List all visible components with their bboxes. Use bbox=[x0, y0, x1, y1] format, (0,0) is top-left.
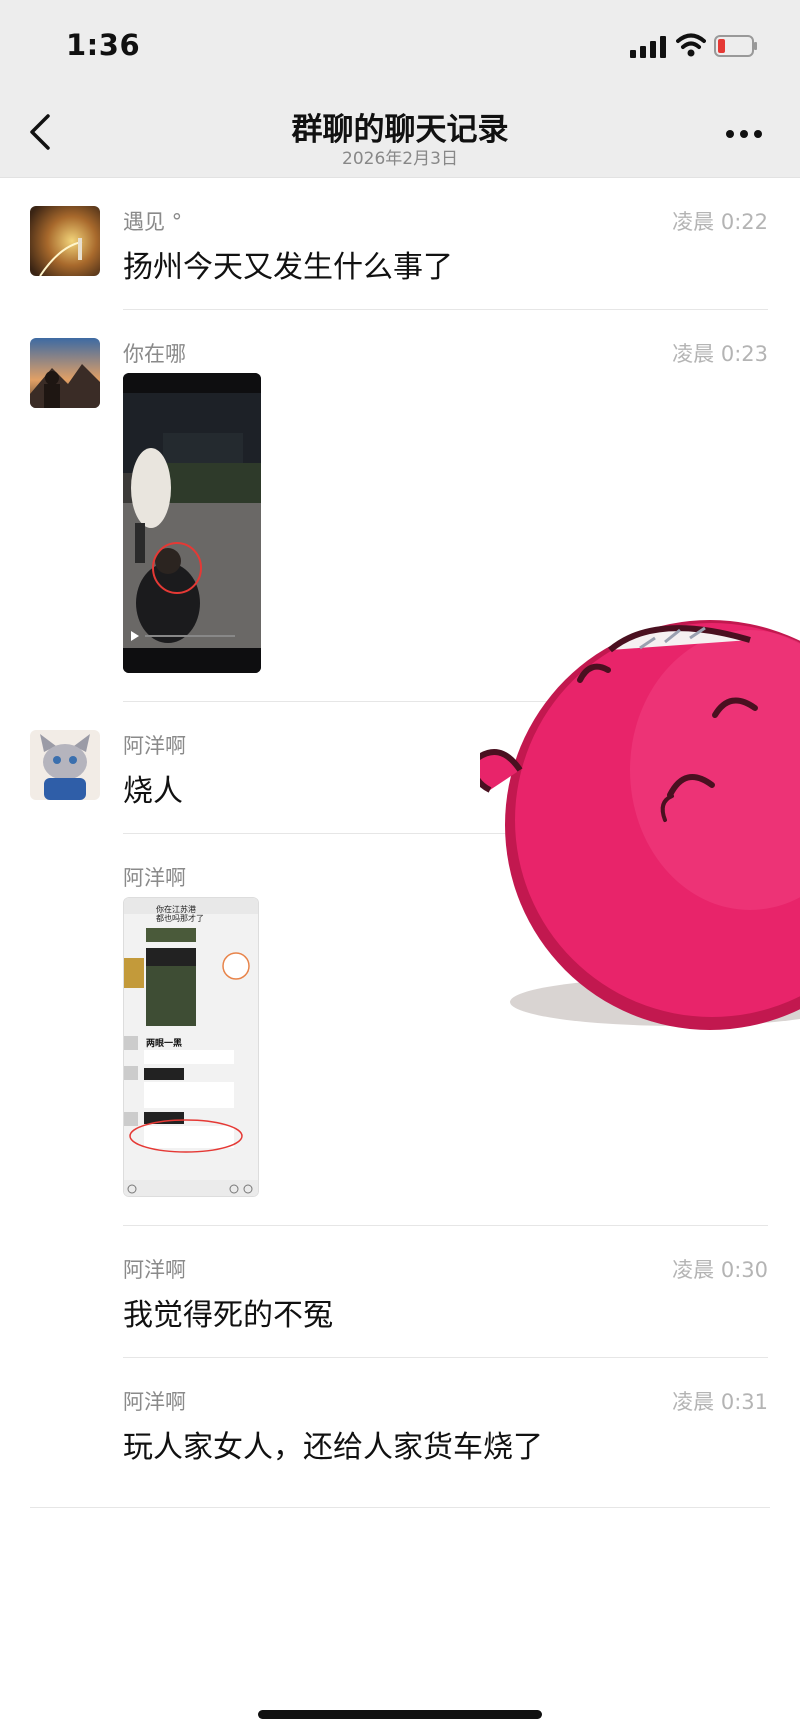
avatar[interactable] bbox=[30, 206, 100, 276]
chat-message: 阿洋啊 凌晨 0:30 我觉得死的不冤 bbox=[0, 1226, 800, 1358]
message-text: 扬州今天又发生什么事了 bbox=[123, 250, 453, 285]
message-text: 我觉得死的不冤 bbox=[123, 1298, 333, 1333]
page-title: 群聊的聊天记录 bbox=[291, 112, 509, 148]
message-text: 烧人 bbox=[123, 774, 183, 809]
wifi-icon bbox=[676, 33, 706, 57]
sender-name: 阿洋啊 bbox=[123, 1390, 186, 1414]
end-divider bbox=[30, 1507, 770, 1508]
message-time: 凌晨 0:30 bbox=[672, 1258, 768, 1282]
sender-name: 阿洋啊 bbox=[123, 1258, 186, 1282]
home-indicator[interactable] bbox=[258, 1710, 542, 1719]
more-options-icon[interactable] bbox=[724, 128, 764, 140]
message-text: 玩人家女人，还给人家货车烧了 bbox=[123, 1430, 543, 1465]
status-bar: 1:36 bbox=[0, 0, 800, 90]
screenshot-headline-2: 都也吗那才了 bbox=[156, 913, 204, 923]
status-time: 1:36 bbox=[66, 28, 141, 62]
message-time: 凌晨 0:23 bbox=[672, 342, 768, 366]
nav-bar: 群聊的聊天记录 2026年2月3日 bbox=[0, 90, 800, 178]
chat-message: 阿洋啊 凌晨 0:31 玩人家女人，还给人家货车烧了 bbox=[0, 1358, 800, 1490]
sender-name: 你在哪 bbox=[123, 342, 186, 366]
avatar[interactable] bbox=[30, 338, 100, 408]
page-subtitle-date: 2026年2月3日 bbox=[342, 149, 458, 169]
chat-screenshot-thumbnail[interactable]: 你在江苏港 都也吗那才了 两眼一黑 bbox=[123, 897, 259, 1197]
video-thumbnail[interactable] bbox=[123, 373, 261, 673]
message-time: 凌晨 0:31 bbox=[672, 1390, 768, 1414]
screenshot-headline: 你在江苏港 bbox=[156, 904, 196, 914]
battery-low-icon bbox=[714, 35, 757, 57]
message-time: 凌晨 0:22 bbox=[672, 210, 768, 234]
chat-message: 遇见 ° 凌晨 0:22 扬州今天又发生什么事了 bbox=[0, 178, 800, 310]
screenshot-label-1: 两眼一黑 bbox=[146, 1038, 182, 1049]
cellular-signal-icon bbox=[630, 36, 666, 58]
sender-name: 遇见 ° bbox=[123, 210, 183, 234]
sender-name: 阿洋啊 bbox=[123, 734, 186, 758]
avatar[interactable] bbox=[30, 730, 100, 800]
pink-ball-sticker bbox=[480, 620, 800, 1030]
sender-name: 阿洋啊 bbox=[123, 866, 186, 890]
